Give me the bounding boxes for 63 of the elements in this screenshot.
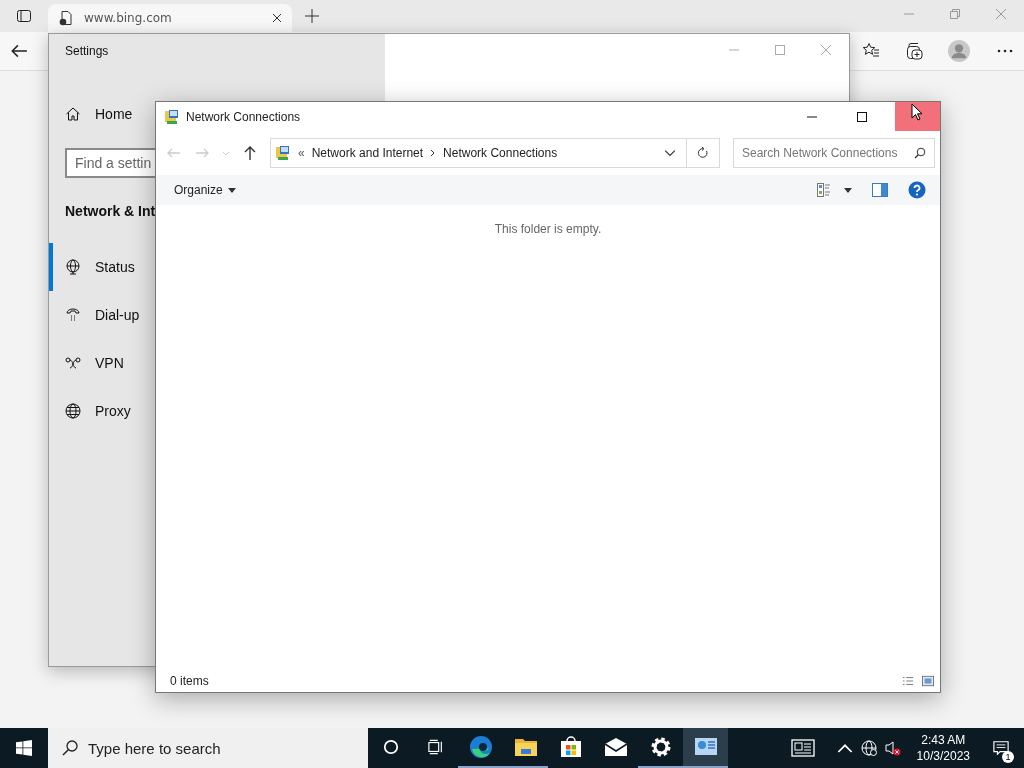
help-icon[interactable] [908, 181, 926, 199]
globe-icon[interactable] [860, 740, 877, 756]
empty-folder-message: This folder is empty. [494, 222, 602, 236]
tab-actions-icon[interactable] [16, 8, 32, 24]
caret-icon [227, 187, 236, 193]
speech-bubble-icon [993, 740, 1009, 756]
notification-count-badge: 1 [1002, 751, 1014, 763]
dropdown-icon[interactable] [664, 147, 676, 159]
collections-icon[interactable] [906, 42, 924, 60]
view-options-icon[interactable] [816, 182, 832, 198]
taskbar-app-button[interactable] [683, 728, 728, 768]
news-icon[interactable] [790, 739, 815, 757]
preview-pane-icon[interactable] [872, 183, 888, 197]
nav-item[interactable]: VPN [49, 339, 128, 387]
details-view-icon[interactable] [902, 675, 914, 687]
page-icon [58, 10, 74, 26]
item-count: 0 items [170, 674, 209, 688]
tab-title: www.bing.com [84, 11, 173, 25]
new-tab-icon[interactable] [304, 8, 320, 24]
breadcrumb-item[interactable]: « [298, 146, 305, 160]
maximize-icon[interactable] [857, 111, 867, 122]
search-field[interactable]: Find a settin [65, 148, 157, 178]
clock[interactable]: 2:43 AM 10/3/2023 [908, 732, 978, 764]
mail-icon [603, 735, 628, 759]
window-title: Settings [65, 44, 110, 58]
network-folder-icon [275, 145, 291, 161]
breadcrumb-item[interactable]: Network Connections [443, 146, 558, 160]
close-button[interactable] [895, 102, 940, 131]
search-icon [914, 147, 926, 159]
notifications-button[interactable]: 1 [978, 728, 1024, 768]
globe-icon [65, 403, 81, 419]
taskbar-search-field[interactable]: Type here to search [48, 728, 368, 768]
home-icon [65, 106, 81, 122]
large-icons-view-icon[interactable] [922, 675, 934, 687]
muted-speaker-icon[interactable] [884, 740, 901, 756]
nav-item[interactable]: Dial-up [49, 291, 144, 339]
nav-item[interactable]: Status [49, 243, 139, 291]
close-tab-icon[interactable] [272, 13, 282, 23]
windows-logo-icon [16, 740, 32, 756]
breadcrumb-item[interactable]: Network and Internet [311, 146, 424, 160]
section-title: Network & Int [65, 203, 156, 219]
up-arrow-icon[interactable] [242, 145, 258, 161]
organize-menu[interactable]: Organize [166, 179, 244, 201]
back-arrow-icon[interactable] [10, 42, 28, 60]
globe-monitor-icon [65, 259, 81, 275]
nav-item[interactable]: Proxy [49, 387, 135, 435]
circle-icon [382, 739, 399, 755]
task-view-icon [427, 739, 444, 755]
refresh-icon [697, 147, 709, 159]
phone-icon [65, 307, 81, 323]
vpn-icon [65, 355, 81, 371]
home-nav-item[interactable]: Home [49, 90, 137, 138]
caret-icon[interactable] [844, 187, 852, 193]
window-title: Network Connections [186, 109, 301, 124]
edge-icon [468, 735, 493, 759]
network-folder-icon [164, 108, 180, 125]
refresh-button[interactable] [687, 138, 720, 168]
browser-tab[interactable]: www.bing.com [48, 4, 292, 32]
profile-avatar-icon[interactable] [948, 40, 970, 62]
address-bar[interactable]: « Network and Internet Network Connections [270, 138, 687, 168]
shopping-bag-icon [558, 735, 583, 759]
favorites-icon[interactable] [862, 42, 880, 60]
chevron-right-icon [430, 149, 437, 157]
